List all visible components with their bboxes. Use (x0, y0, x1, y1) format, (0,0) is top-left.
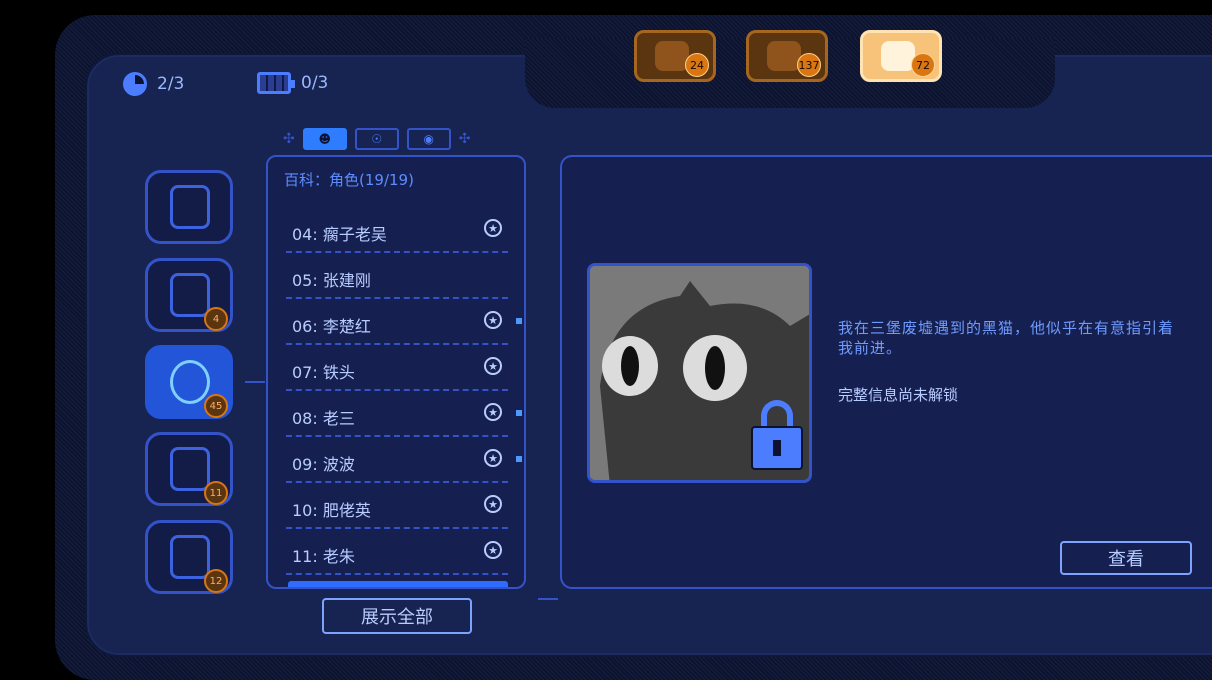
subtab-bar: ✣ ☻ ☉ ◉ ✣ (283, 128, 470, 150)
list-item[interactable]: 11: 老朱 ★ (286, 529, 508, 575)
battery-count: 0/3 (301, 73, 329, 93)
list-item[interactable]: 05: 张建刚 (286, 253, 508, 299)
star-icon: ★ (484, 449, 502, 467)
list-item-label: 09: 波波 (292, 455, 355, 474)
character-description: 我在三堡废墟遇到的黑猫，他似乎在有意指引着我前进。 (838, 319, 1175, 357)
show-all-button[interactable]: 展示全部 (322, 598, 472, 634)
left-arrow-icon[interactable]: ✣ (283, 131, 295, 147)
list-item[interactable]: 08: 老三 ★ (286, 391, 522, 437)
lock-icon (751, 400, 803, 472)
entry-list: 百科：角色(19/19) 04: 瘸子老吴 ★ 05: 张建刚 06: 李楚红 … (266, 155, 526, 589)
lightbulb-gear-icon (170, 535, 210, 579)
list-item-label: 05: 张建刚 (292, 271, 371, 290)
list-item-label: 11: 老朱 (292, 547, 355, 566)
list-item[interactable]: 06: 李楚红 ★ (286, 299, 522, 345)
list-title: 百科：角色(19/19) (284, 171, 414, 189)
star-icon: ★ (484, 403, 502, 421)
battery-status: 0/3 (257, 72, 328, 94)
flag-icon (767, 41, 801, 71)
star-icon: ★ (484, 357, 502, 375)
subtab-character[interactable]: ☻ (302, 128, 347, 150)
chef-hat-icon (881, 41, 915, 71)
moves-count: 2/3 (157, 74, 185, 94)
list-item-label: 06: 李楚红 (292, 317, 371, 336)
tab-bolt[interactable]: 24 (634, 30, 716, 82)
location-pin-icon: ◉ (423, 132, 434, 146)
view-button[interactable]: 查看 (1060, 541, 1192, 575)
subtab-creature[interactable]: ☉ (354, 128, 399, 150)
list-item[interactable]: 04: 瘸子老吴 ★ (286, 207, 508, 253)
side-badge: 12 (204, 569, 228, 593)
list-item[interactable]: 10: 肥佬英 ★ (286, 483, 508, 529)
star-icon: ★ (484, 219, 502, 237)
tab-badge: 137 (797, 53, 821, 77)
battery-icon (257, 72, 295, 94)
list-item-label: 08: 老三 (292, 409, 355, 428)
star-icon: ★ (484, 541, 502, 559)
list-scroll-indicator[interactable] (288, 581, 508, 587)
side-folders[interactable] (145, 170, 233, 244)
side-badge: 4 (204, 307, 228, 331)
list-item-label: 04: 瘸子老吴 (292, 225, 387, 244)
image-icon (170, 273, 210, 317)
new-dot (516, 318, 522, 324)
side-badge: 11 (204, 481, 228, 505)
list-item-label: 10: 肥佬英 (292, 501, 371, 520)
side-world[interactable]: 45 (145, 345, 233, 419)
character-portrait (587, 263, 812, 483)
list-item[interactable]: 07: 铁头 ★ (286, 345, 508, 391)
star-icon: ★ (484, 495, 502, 513)
detail-pointer (538, 598, 558, 600)
tab-badge: 72 (911, 53, 935, 77)
side-tasks[interactable]: 11 (145, 432, 233, 506)
creature-icon: ☉ (371, 132, 383, 146)
tab-chef[interactable]: 72 (860, 30, 942, 82)
side-pointer (245, 381, 265, 383)
folders-icon (170, 185, 210, 229)
list-item[interactable]: 09: 波波 ★ (286, 437, 522, 483)
clock-icon (123, 72, 147, 96)
list-item-label: 07: 铁头 (292, 363, 355, 382)
side-badge: 45 (204, 394, 228, 418)
clipboard-icon (170, 447, 210, 491)
new-dot (516, 410, 522, 416)
locked-info-text: 完整信息尚未解锁 (838, 386, 959, 404)
tab-flag[interactable]: 137 (746, 30, 828, 82)
right-arrow-icon[interactable]: ✣ (459, 131, 471, 147)
subtab-location[interactable]: ◉ (406, 128, 451, 150)
side-ideas[interactable]: 12 (145, 520, 233, 594)
side-gallery[interactable]: 4 (145, 258, 233, 332)
moves-status: 2/3 (123, 72, 184, 96)
bolt-icon (655, 41, 689, 71)
star-icon: ★ (484, 311, 502, 329)
person-icon: ☻ (318, 132, 331, 146)
tab-badge: 24 (685, 53, 709, 77)
new-dot (516, 456, 522, 462)
globe-icon (170, 360, 210, 404)
